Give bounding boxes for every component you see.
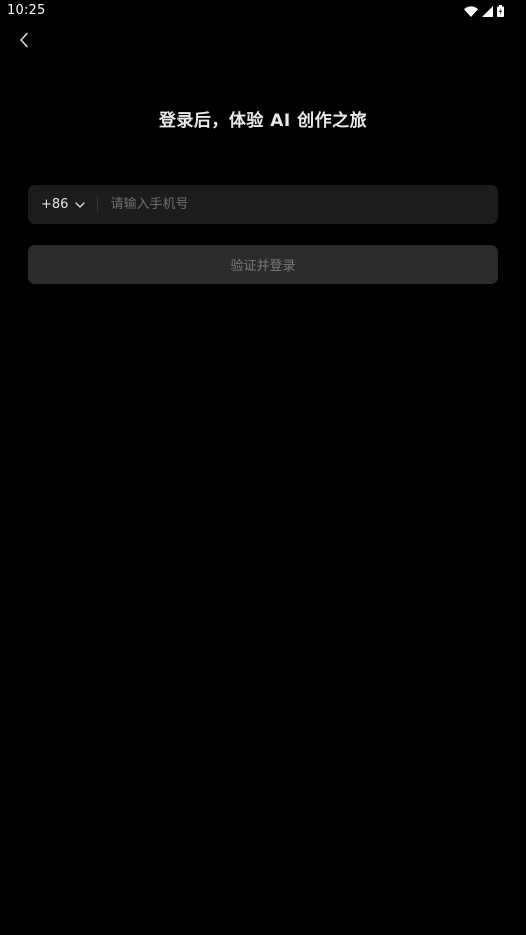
phone-input[interactable] xyxy=(98,185,498,224)
back-button[interactable] xyxy=(12,30,36,54)
battery-icon xyxy=(497,5,504,17)
chevron-left-icon xyxy=(18,32,30,52)
country-code-selector[interactable]: +86 xyxy=(28,185,97,224)
page-title: 登录后，体验 AI 创作之旅 xyxy=(158,111,368,131)
signal-icon xyxy=(482,5,493,17)
chevron-down-icon xyxy=(75,201,86,208)
status-bar: 10:25 xyxy=(0,0,526,22)
status-time: 10:25 xyxy=(7,3,46,18)
wifi-icon xyxy=(464,5,478,17)
country-code: +86 xyxy=(41,197,69,212)
phone-field-row: +86 xyxy=(28,185,498,224)
verify-login-button[interactable]: 验证并登录 xyxy=(28,245,498,284)
status-icons xyxy=(464,4,504,18)
